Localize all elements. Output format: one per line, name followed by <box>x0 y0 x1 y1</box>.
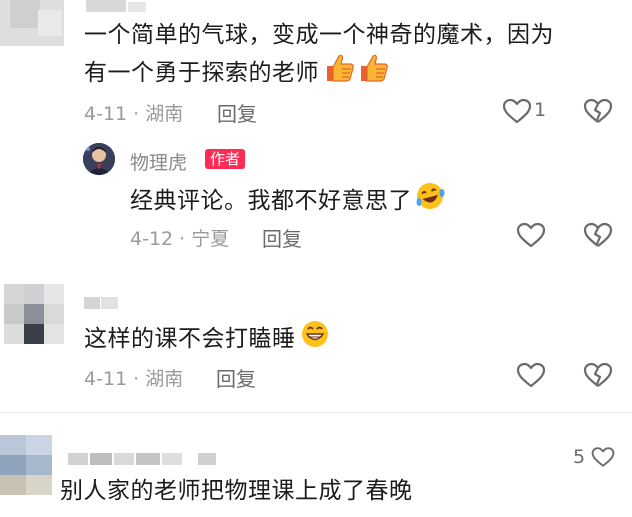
avatar-blurred[interactable] <box>0 435 52 495</box>
author-avatar-image <box>83 143 115 175</box>
thumbs-up-emoji <box>323 53 355 94</box>
like-count: 5 <box>573 446 586 468</box>
reply-button[interactable]: 回复 <box>262 223 302 252</box>
reply-text: 经典评论。我都不好意思了 <box>130 181 446 222</box>
broken-heart-icon <box>583 222 613 247</box>
heart-outline-icon <box>516 362 546 388</box>
broken-heart-icon <box>583 362 613 387</box>
comment-date-location: 4-11 · 湖南 <box>84 103 184 125</box>
like-button[interactable] <box>516 222 546 248</box>
username-blurred[interactable] <box>84 297 118 309</box>
reply-date-location: 4-12 · 宁夏 <box>130 228 230 250</box>
heart-outline-icon <box>516 222 546 248</box>
like-button[interactable] <box>591 446 615 468</box>
dislike-button[interactable] <box>583 222 613 248</box>
heart-outline-icon <box>502 98 532 124</box>
dislike-button[interactable] <box>583 362 613 388</box>
broken-heart-icon <box>583 98 613 123</box>
author-badge: 作者 <box>205 149 246 169</box>
comment-text: 别人家的老师把物理课上成了春晚 <box>60 478 413 504</box>
avatar-blurred[interactable] <box>4 284 64 344</box>
comment-text: 这样的课不会打瞌睡 <box>84 319 330 360</box>
comment-date-location: 4-11 · 湖南 <box>84 368 184 390</box>
comment-text-line-2-text: 有一个勇于探索的老师 <box>84 60 319 86</box>
comment-text: 一个简单的气球，变成一个神奇的魔术，因为 有一个勇于探索的老师 <box>84 18 624 94</box>
divider <box>0 412 632 413</box>
author-avatar[interactable] <box>83 143 115 175</box>
grinning-emoji <box>300 319 330 360</box>
like-count: 1 <box>534 99 547 121</box>
author-name[interactable]: 物理虎 <box>130 148 187 175</box>
comment-text-line-2: 有一个勇于探索的老师 <box>84 53 624 94</box>
like-button[interactable] <box>502 98 532 124</box>
like-button[interactable] <box>516 362 546 388</box>
reply-button[interactable]: 回复 <box>217 98 257 127</box>
laughing-emoji <box>414 181 446 222</box>
username-blurred[interactable] <box>68 451 218 467</box>
avatar-blurred[interactable] <box>0 0 64 46</box>
dislike-button[interactable] <box>583 98 613 124</box>
username-blurred[interactable] <box>86 0 148 14</box>
comment-text-line-1: 一个简单的气球，变成一个神奇的魔术，因为 <box>84 22 554 48</box>
reply-button[interactable]: 回复 <box>216 363 256 392</box>
heart-outline-icon <box>591 447 615 467</box>
thumbs-up-emoji <box>357 53 389 94</box>
reply-text-content: 经典评论。我都不好意思了 <box>130 188 412 214</box>
comment-text-content: 这样的课不会打瞌睡 <box>84 326 296 352</box>
